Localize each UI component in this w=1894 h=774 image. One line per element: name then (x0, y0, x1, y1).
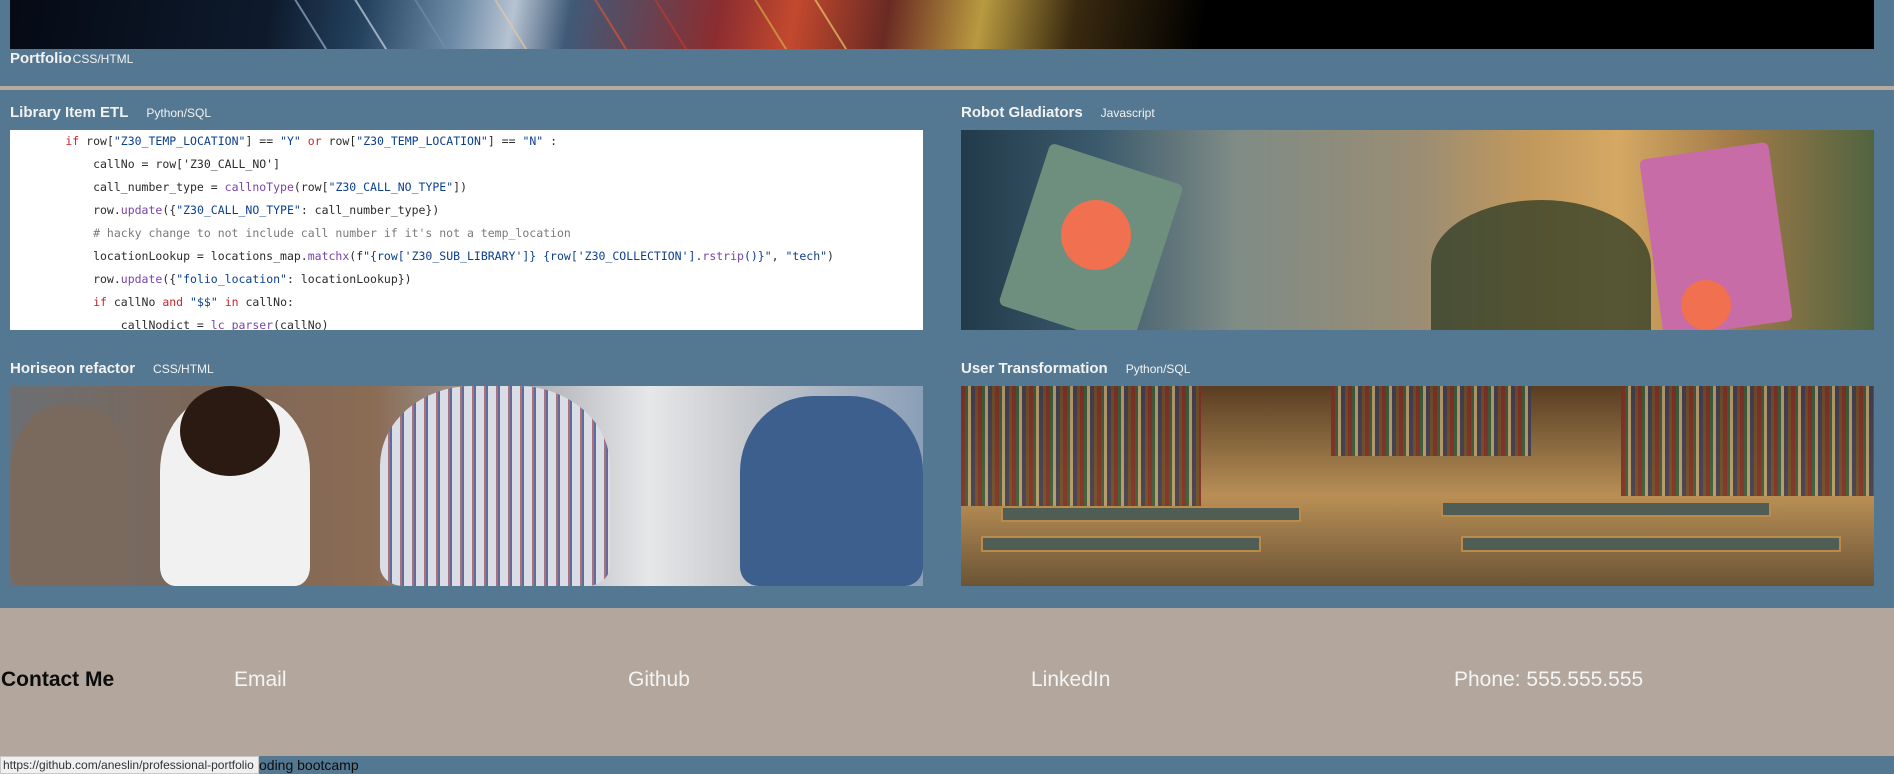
code-screenshot[interactable]: if row["Z30_TEMP_LOCATION"] == "Y" or ro… (10, 130, 923, 330)
person-shape (10, 406, 130, 586)
code-line: row.update({"folio_location": locationLo… (10, 272, 412, 286)
code-line: # hacky change to not include call numbe… (10, 226, 571, 240)
contact-heading: Contact Me (1, 668, 115, 691)
code-line: if callNo and "$$" in callNo: (10, 295, 294, 309)
robot-right-emblem (1681, 280, 1731, 330)
desk (981, 536, 1261, 552)
desk (1441, 501, 1771, 517)
code-line: call_number_type = callnoType(row["Z30_C… (10, 180, 467, 194)
project-card-library-item-etl[interactable]: Library Item ETL Python/SQL if row["Z30_… (10, 104, 923, 330)
bookshelf (1331, 386, 1531, 456)
person-shape (740, 396, 923, 586)
project-title[interactable]: User Transformation (961, 360, 1108, 377)
project-card-user-transformation[interactable]: User Transformation Python/SQL (961, 360, 1874, 586)
team-image[interactable] (10, 386, 923, 586)
hero-banner-image (10, 0, 1874, 49)
tree-shape (1431, 200, 1651, 330)
project-language: CSS/HTML (153, 362, 214, 376)
bookshelf (961, 386, 1201, 506)
status-bar-url: https://github.com/aneslin/professional-… (0, 756, 259, 774)
robot-image[interactable] (961, 130, 1874, 330)
person-shape (380, 386, 610, 586)
library-image[interactable] (961, 386, 1874, 586)
code-line: row.update({"Z30_CALL_NO_TYPE": call_num… (10, 203, 440, 217)
footer-text: oding bootcamp (259, 757, 359, 773)
bookshelf (1621, 386, 1874, 496)
project-language: Python/SQL (1125, 362, 1191, 376)
person-shape (180, 386, 280, 476)
project-title[interactable]: Library Item ETL (10, 104, 128, 121)
project-card-horiseon-refactor[interactable]: Horiseon refactor CSS/HTML (10, 360, 923, 586)
portfolio-heading-row: Portfolio CSS/HTML (10, 50, 133, 67)
desk (1001, 506, 1301, 522)
phone-text: Phone: 555.555.555 (1454, 668, 1644, 691)
code-line: if row["Z30_TEMP_LOCATION"] == "Y" or ro… (10, 134, 558, 148)
email-link[interactable]: Email (234, 668, 287, 692)
robot-left-emblem (1061, 200, 1131, 270)
github-link[interactable]: Github (628, 668, 690, 692)
contact-section: Contact Me Email Github LinkedIn Phone: … (0, 608, 1894, 756)
portfolio-subtitle: CSS/HTML (72, 52, 134, 66)
project-card-robot-gladiators[interactable]: Robot Gladiators Javascript (961, 104, 1874, 330)
project-language: Javascript (1100, 106, 1155, 120)
linkedin-link[interactable]: LinkedIn (1031, 668, 1110, 692)
section-divider (0, 86, 1894, 90)
desk (1461, 536, 1841, 552)
project-language: Python/SQL (146, 106, 212, 120)
code-line: locationLookup = locations_map.matchx(f"… (10, 249, 834, 263)
portfolio-title: Portfolio (10, 50, 72, 67)
project-title[interactable]: Horiseon refactor (10, 360, 135, 377)
code-line: callNodict = lc_parser(callNo) (10, 318, 329, 330)
project-title[interactable]: Robot Gladiators (961, 104, 1083, 121)
code-line: callNo = row['Z30_CALL_NO'] (10, 157, 281, 171)
